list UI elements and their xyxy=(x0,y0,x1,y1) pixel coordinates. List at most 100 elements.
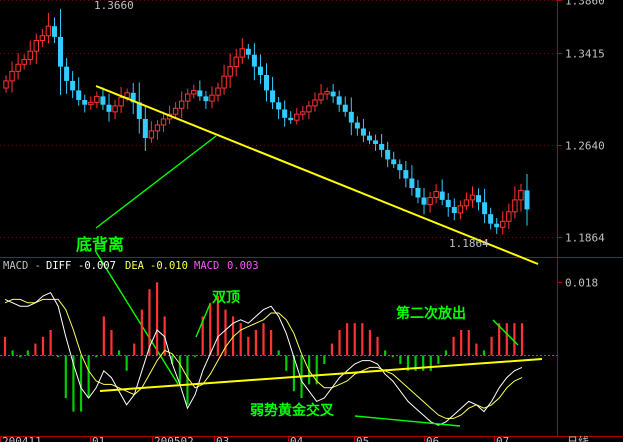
candle-body-up xyxy=(500,220,506,228)
candle-body-up xyxy=(233,56,239,68)
macd-legend-value: 0.003 xyxy=(227,260,259,272)
macd-legend-title: MACD - xyxy=(3,260,47,272)
candle-body-down xyxy=(403,170,409,179)
candle-body-up xyxy=(227,66,233,77)
candle-body-up xyxy=(427,197,433,206)
candle-body-up xyxy=(178,100,185,109)
candle-body-down xyxy=(245,48,251,55)
candle-body-down xyxy=(76,90,82,100)
candle-body-up xyxy=(518,189,524,201)
candle-body-up xyxy=(469,194,476,201)
candle-body-down xyxy=(197,90,203,97)
candle-body-up xyxy=(118,97,124,107)
candle-body-down xyxy=(524,190,530,210)
candle-body-down xyxy=(100,96,106,105)
candle-body-down xyxy=(264,74,269,91)
low-price-label: 1.1864 xyxy=(449,237,489,250)
candle-body-up xyxy=(27,50,33,60)
candle-body-up xyxy=(88,101,94,106)
dea-legend-value: -0.010 xyxy=(150,260,188,272)
candle-body-down xyxy=(476,195,482,203)
candle-body-up xyxy=(172,107,179,115)
candle-body-up xyxy=(306,105,312,113)
high-price-label: 1.3660 xyxy=(94,0,134,12)
candle-body-up xyxy=(160,118,167,126)
candle-body-down xyxy=(439,191,445,200)
candle-body-up xyxy=(39,35,46,41)
time-tick-label: 06 xyxy=(426,435,439,442)
candle-body-down xyxy=(415,187,421,198)
diff-legend-label: DIFF xyxy=(46,260,71,272)
candle-body-down xyxy=(409,178,415,188)
candle-body-up xyxy=(300,111,306,115)
candle-body-down xyxy=(342,104,348,112)
candle-body-up xyxy=(209,94,215,102)
candle-body-down xyxy=(288,117,294,121)
candle-body-down xyxy=(330,91,336,97)
candle-body-down xyxy=(203,96,209,102)
price-tick-label: 1.1864 xyxy=(565,232,605,245)
weak-golden-cross-label: 弱势黄金交叉 xyxy=(250,402,335,419)
time-tick-label: 200411 xyxy=(2,435,42,442)
candle-body-up xyxy=(94,95,100,103)
time-tick-label: 日线 xyxy=(567,434,589,442)
candle-body-down xyxy=(366,135,372,141)
candle-body-up xyxy=(185,93,191,102)
candle-body-down xyxy=(276,102,282,110)
candle-body-down xyxy=(421,197,427,205)
dea-legend-label: DEA xyxy=(125,260,145,272)
macd-tick-label: 0.018 xyxy=(565,277,598,290)
candle-body-down xyxy=(336,96,342,105)
diff-legend-value: -0.007 xyxy=(78,260,116,272)
candle-body-up xyxy=(221,75,227,89)
candle-body-down xyxy=(391,159,397,165)
time-tick-label: 200502 xyxy=(154,435,194,442)
price-tick-label: 1.3415 xyxy=(565,48,605,61)
candle-body-down xyxy=(270,90,276,103)
candle-body-up xyxy=(154,124,161,132)
candle-body-up xyxy=(506,211,512,222)
price-and-macd-chart: 1.3860 1.3415 1.2640 1.1864 1.3660 1.1864 底… xyxy=(0,0,623,442)
candle-body-down xyxy=(379,143,385,150)
candle-body-up xyxy=(324,91,330,95)
candle-body-down xyxy=(282,109,288,118)
candle-body-up xyxy=(463,199,470,207)
candle-body-down xyxy=(488,214,494,224)
candle-body-down xyxy=(64,66,70,81)
candle-body-down xyxy=(82,99,88,105)
time-tick-label: 04 xyxy=(290,435,304,442)
candle-body-up xyxy=(239,48,245,58)
candle-body-down xyxy=(354,122,360,129)
candle-body-up xyxy=(148,130,155,139)
candle-body-down xyxy=(385,149,391,160)
candle-body-down xyxy=(397,164,403,171)
candle-body-down xyxy=(360,128,366,136)
candle-body-up xyxy=(294,113,300,121)
double-top-label: 双顶 xyxy=(212,290,240,306)
candle-body-up xyxy=(215,87,221,96)
candle-body-down xyxy=(106,104,112,112)
candle-body-down xyxy=(494,223,500,228)
macd-legend: MACD - DIFF -0.007 DEA -0.010 MACD 0.003 xyxy=(3,260,259,272)
time-tick-label: 05 xyxy=(356,435,369,442)
candle-body-up xyxy=(312,99,318,107)
candle-body-down xyxy=(373,140,379,144)
candle-body-down xyxy=(445,199,451,208)
candle-body-up xyxy=(124,92,130,99)
candle-body-up xyxy=(3,80,9,89)
candle-body-up xyxy=(512,199,518,213)
candle-body-down xyxy=(58,36,64,67)
candle-body-up xyxy=(9,70,15,82)
candle-body-up xyxy=(112,105,118,113)
macd-legend-label: MACD xyxy=(194,260,219,272)
time-tick-label: 03 xyxy=(216,435,229,442)
candle-body-up xyxy=(318,93,324,101)
candle-body-up xyxy=(21,58,27,65)
candle-body-up xyxy=(45,25,52,37)
candle-body-up xyxy=(191,89,197,95)
candle-body-down xyxy=(51,26,57,37)
candle-body-down xyxy=(257,66,263,75)
price-tick-label: 1.3860 xyxy=(565,0,605,8)
candle-body-down xyxy=(451,207,457,213)
candle-body-down xyxy=(251,54,257,67)
